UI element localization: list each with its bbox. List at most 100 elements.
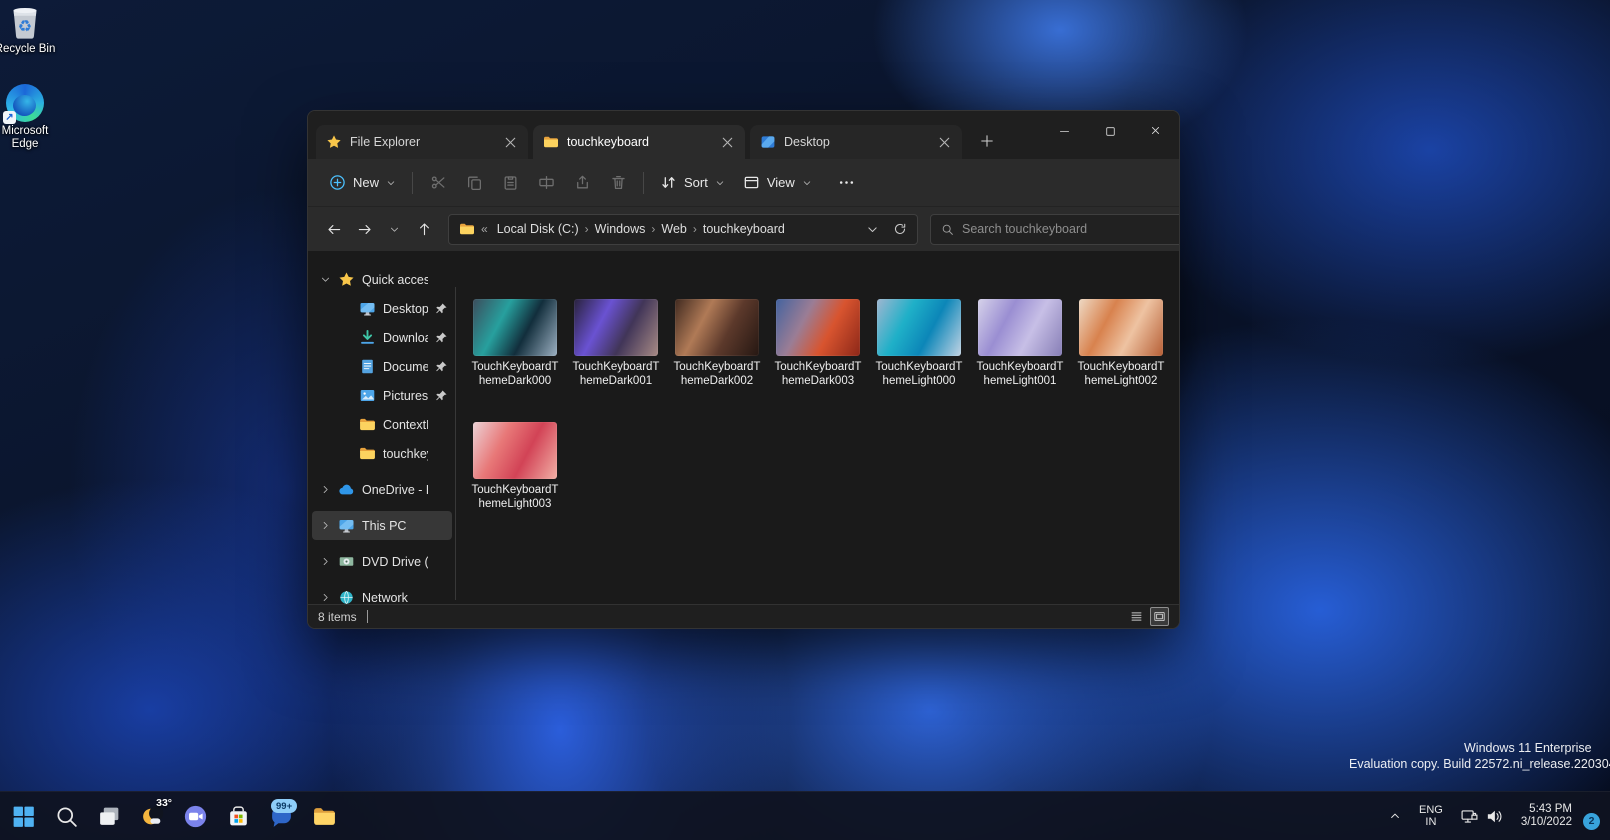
taskbar-chat-button[interactable] [176,797,214,835]
tray-overflow-button[interactable] [1380,797,1410,835]
pin-icon [435,591,448,604]
sidebar-item-contextmenuc[interactable]: ContextMenuC [312,410,452,439]
address-bar[interactable]: « Local Disk (C:)›Windows›Web›touchkeybo… [448,214,918,245]
clock[interactable]: 5:43 PM 3/10/2022 [1512,803,1581,830]
sidebar-chevron-icon[interactable] [341,448,352,459]
tab-close-icon[interactable] [503,135,518,150]
sidebar-chevron-icon[interactable] [320,592,331,603]
sidebar-chevron-icon[interactable] [320,520,331,531]
sidebar-chevron-icon[interactable] [341,303,352,314]
tab-desktop[interactable]: Desktop [750,125,962,159]
tab-file-explorer[interactable]: File Explorer [316,125,528,159]
tab-touchkeyboard[interactable]: touchkeyboard [533,125,745,159]
forward-icon [357,222,372,237]
start-icon [11,804,36,829]
sidebar-item-pictures[interactable]: Pictures [312,381,452,410]
view-button[interactable]: View [734,168,821,197]
back-button[interactable] [320,215,348,243]
tab-label: Desktop [784,135,929,149]
sidebar-item-network[interactable]: Network [312,583,452,604]
language-indicator[interactable]: ENG IN [1410,804,1452,829]
new-tab-button[interactable] [973,127,1001,155]
taskbar-store-button[interactable] [219,797,257,835]
recent-locations-button[interactable] [380,215,408,243]
maximize-button[interactable] [1087,111,1133,151]
taskbar-task-view-button[interactable] [90,797,128,835]
taskbar-search-button[interactable] [47,797,85,835]
address-dropdown-icon[interactable] [866,223,879,236]
file-item-TouchKeyboardThemeLight001[interactable]: TouchKeyboardThemeLight001 [978,299,1062,388]
sidebar-chevron-icon[interactable] [341,419,352,430]
sidebar-chevron-icon[interactable] [320,274,331,285]
pin-icon [435,360,448,373]
sidebar-chevron-icon[interactable] [320,556,331,567]
sidebar-item-label: ContextMenuC [383,418,428,432]
see-more-button[interactable] [829,168,864,197]
sidebar-item-touchkeyboard[interactable]: touchkeyboard [312,439,452,468]
file-item-TouchKeyboardThemeDark000[interactable]: TouchKeyboardThemeDark000 [473,299,557,388]
minimize-button[interactable] [1041,111,1087,151]
chat-icon [183,804,208,829]
file-item-TouchKeyboardThemeLight000[interactable]: TouchKeyboardThemeLight000 [877,299,961,388]
sidebar-chevron-icon[interactable] [341,332,352,343]
breadcrumb-item[interactable]: Local Disk (C:) [494,222,582,236]
refresh-icon[interactable] [893,222,907,236]
search-input[interactable] [962,222,1172,236]
sidebar-item-desktop[interactable]: Desktop [312,294,452,323]
sidebar-chevron-icon[interactable] [320,484,331,495]
file-list-area[interactable]: TouchKeyboardThemeDark000 TouchKeyboardT… [456,251,1179,604]
file-item-TouchKeyboardThemeLight003[interactable]: TouchKeyboardThemeLight003 [473,422,557,511]
date: 3/10/2022 [1521,816,1572,830]
desktop: ♻ Recycle Bin Microsoft Edge File Explor… [0,0,1610,840]
sidebar-item-onedrive-perso[interactable]: OneDrive - Perso [312,475,452,504]
breadcrumb-item[interactable]: touchkeyboard [700,222,788,236]
sidebar-item-this-pc[interactable]: This PC [312,511,452,540]
taskbar-file-explorer-button[interactable] [305,797,343,835]
sidebar-chevron-icon[interactable] [341,361,352,372]
forward-button[interactable] [350,215,378,243]
tab-close-icon[interactable] [937,135,952,150]
tab-close-icon[interactable] [720,135,735,150]
details-view-button[interactable] [1127,607,1146,626]
new-button[interactable]: New [320,168,405,197]
breadcrumb-overflow[interactable]: « [481,222,488,236]
file-item-TouchKeyboardThemeDark002[interactable]: TouchKeyboardThemeDark002 [675,299,759,388]
cut-button[interactable] [420,167,456,199]
desktop-icon-microsoft-edge[interactable]: Microsoft Edge [0,84,57,151]
paste-button[interactable] [492,167,528,199]
search-box[interactable] [930,214,1180,245]
file-item-TouchKeyboardThemeLight002[interactable]: TouchKeyboardThemeLight002 [1079,299,1163,388]
copy-button[interactable] [456,167,492,199]
sidebar-item-downloads[interactable]: Downloads [312,323,452,352]
up-button[interactable] [410,215,438,243]
taskbar-start-button[interactable] [4,797,42,835]
delete-button[interactable] [600,167,636,199]
sidebar-item-label: Downloads [383,331,428,345]
breadcrumb: Local Disk (C:)›Windows›Web›touchkeyboar… [494,222,788,236]
taskbar-teams-button[interactable]: 99+ [262,797,300,835]
sort-button[interactable]: Sort [651,168,734,197]
rename-button[interactable] [528,167,564,199]
share-button[interactable] [564,167,600,199]
breadcrumb-item[interactable]: Web [658,222,689,236]
sidebar-item-label: Documents [383,360,428,374]
language-line2: IN [1419,816,1443,829]
store-icon [226,804,251,829]
file-thumbnail [574,299,658,356]
thumbnail-view-button[interactable] [1150,607,1169,626]
file-item-TouchKeyboardThemeDark001[interactable]: TouchKeyboardThemeDark001 [574,299,658,388]
sidebar-item-dvd-drive-d-c[interactable]: DVD Drive (D:) C [312,547,452,576]
sidebar-item-documents[interactable]: Documents [312,352,452,381]
file-name: TouchKeyboardThemeLight001 [965,361,1075,388]
notification-badge[interactable]: 2 [1583,813,1600,830]
file-item-TouchKeyboardThemeDark003[interactable]: TouchKeyboardThemeDark003 [776,299,860,388]
taskbar-widgets-button[interactable]: 33° [133,797,171,835]
breadcrumb-item[interactable]: Windows [592,222,649,236]
desktop-icon-recycle-bin[interactable]: ♻ Recycle Bin [0,2,57,56]
close-button[interactable] [1133,111,1179,151]
sidebar-item-icon [359,387,376,404]
sidebar-item-quick-access[interactable]: Quick access [312,265,452,294]
system-icons[interactable] [1452,807,1512,826]
new-icon [329,174,346,191]
sidebar-chevron-icon[interactable] [341,390,352,401]
